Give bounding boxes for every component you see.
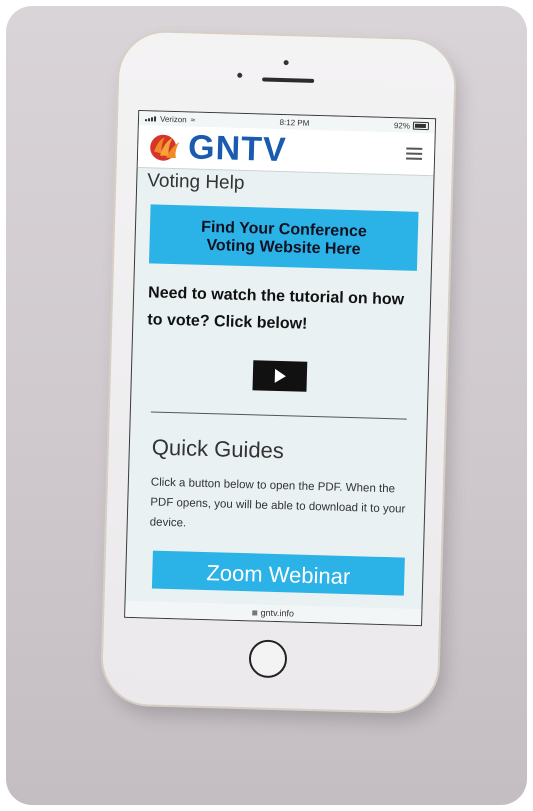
status-left: Verizon ≈ — [144, 114, 196, 125]
prompt-line-1: Need to watch the tutorial on how — [147, 284, 405, 309]
video-play-button[interactable] — [252, 360, 308, 392]
status-right: 92% — [393, 120, 430, 131]
quick-guides-heading: Quick Guides — [151, 434, 285, 464]
prompt-line-2: to vote? Click below! — [147, 311, 308, 333]
site-header: GNTV — [137, 125, 435, 177]
battery-percent: 92% — [393, 120, 411, 131]
zoom-webinar-button[interactable]: Zoom Webinar — [151, 550, 405, 596]
tutorial-prompt: Need to watch the tutorial on how to vot… — [147, 279, 418, 341]
logo-text: GNTV — [187, 127, 288, 169]
phone-screen: Verizon ≈ 8:12 PM 92% GNTV Voting Help F… — [124, 109, 437, 627]
photo-background: Verizon ≈ 8:12 PM 92% GNTV Voting Help F… — [6, 6, 527, 805]
find-conference-button[interactable]: Find Your Conference Voting Website Here — [148, 204, 419, 271]
cta-line-2: Voting Website Here — [206, 236, 361, 259]
battery-icon — [412, 121, 430, 131]
url-text: gntv.info — [260, 607, 295, 619]
front-camera — [237, 72, 243, 78]
play-icon — [274, 368, 286, 384]
wifi-icon: ≈ — [190, 114, 196, 125]
browser-url-bar[interactable]: gntv.info — [125, 600, 422, 626]
carrier-label: Verizon — [159, 114, 187, 124]
phone-device: Verizon ≈ 8:12 PM 92% GNTV Voting Help F… — [101, 31, 456, 713]
site-logo[interactable]: GNTV — [148, 127, 287, 170]
logo-flame-icon — [148, 131, 183, 162]
status-time: 8:12 PM — [279, 117, 310, 128]
signal-icon — [144, 115, 157, 121]
page-content: Voting Help Find Your Conference Voting … — [126, 170, 434, 596]
menu-icon[interactable] — [405, 147, 423, 160]
earpiece-speaker — [262, 77, 315, 83]
quick-guides-text: Click a button below to open the PDF. Wh… — [149, 476, 406, 530]
home-button[interactable] — [248, 639, 288, 679]
section-divider — [150, 411, 407, 420]
lock-icon — [252, 610, 258, 616]
front-sensor — [283, 60, 289, 66]
